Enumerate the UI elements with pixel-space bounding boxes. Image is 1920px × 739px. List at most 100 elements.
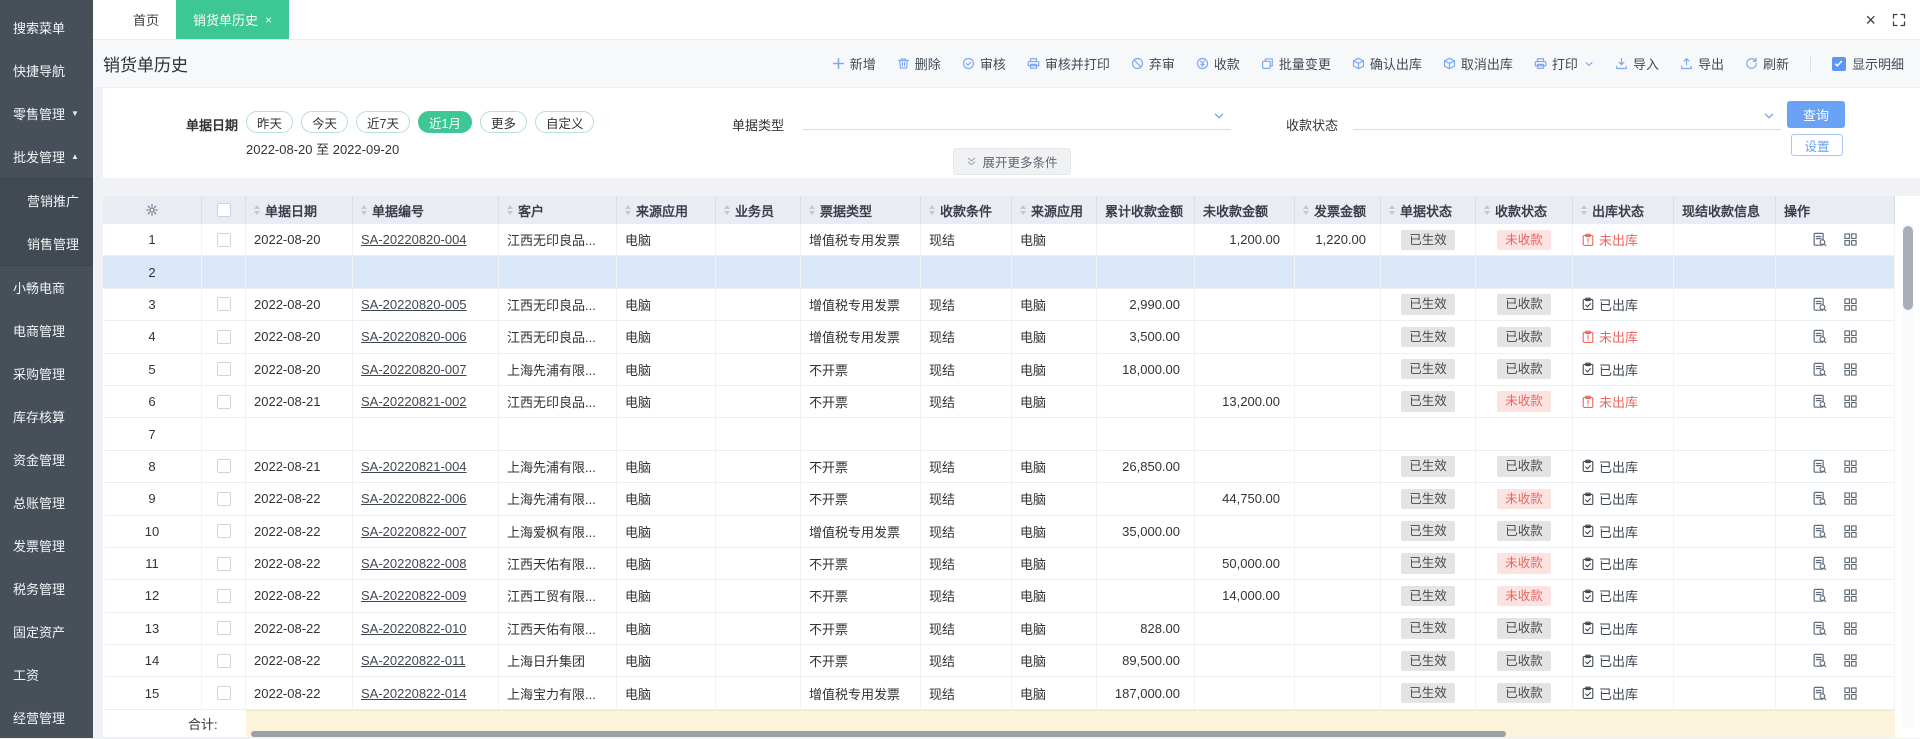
col-header-paystatus[interactable]: 收款状态 bbox=[1476, 196, 1573, 224]
sidebar-item[interactable]: 批发管理▲ bbox=[0, 135, 93, 178]
related-grid-icon[interactable] bbox=[1843, 394, 1858, 409]
sidebar-item[interactable]: 发票管理 bbox=[0, 524, 93, 567]
sidebar-item[interactable]: 电商管理 bbox=[0, 309, 93, 352]
doc-search-icon[interactable] bbox=[1812, 491, 1827, 506]
date-pill-2[interactable]: 近7天 bbox=[356, 111, 410, 133]
toolbar-refresh-button[interactable]: 刷新 bbox=[1745, 54, 1789, 73]
tab-close-icon[interactable]: × bbox=[265, 13, 272, 27]
pay-status-select[interactable] bbox=[1353, 102, 1781, 130]
doc-search-icon[interactable] bbox=[1812, 653, 1827, 668]
doc-number-link[interactable]: SA-20220822-011 bbox=[361, 653, 466, 668]
sidebar-item[interactable]: 零售管理▼ bbox=[0, 92, 93, 135]
doc-search-icon[interactable] bbox=[1812, 588, 1827, 603]
sidebar-item[interactable]: 经营管理 bbox=[0, 696, 93, 739]
doc-number-link[interactable]: SA-20220821-002 bbox=[361, 394, 467, 409]
related-grid-icon[interactable] bbox=[1843, 491, 1858, 506]
col-header-source[interactable]: 来源应用 bbox=[617, 196, 716, 224]
sort-icon[interactable] bbox=[724, 205, 730, 215]
col-header-source2[interactable]: 来源应用 bbox=[1012, 196, 1097, 224]
search-button[interactable]: 查询 bbox=[1787, 101, 1845, 128]
table-row[interactable]: 42022-08-20SA-20220820-006江西无印良品...电脑增值税… bbox=[103, 321, 1895, 353]
toolbar-audit-button[interactable]: 审核 bbox=[962, 54, 1006, 73]
related-grid-icon[interactable] bbox=[1843, 588, 1858, 603]
col-header-paycond[interactable]: 收款条件 bbox=[921, 196, 1012, 224]
sort-icon[interactable] bbox=[361, 205, 367, 215]
row-checkbox[interactable] bbox=[217, 233, 231, 247]
sidebar-item[interactable]: 税务管理 bbox=[0, 567, 93, 610]
date-range-value[interactable]: 2022-08-20 至 2022-09-20 bbox=[246, 139, 399, 158]
table-row[interactable]: 7 bbox=[103, 418, 1895, 450]
toolbar-abandon-audit-button[interactable]: 弃审 bbox=[1131, 54, 1175, 73]
row-checkbox[interactable] bbox=[217, 621, 231, 635]
sort-icon[interactable] bbox=[254, 205, 260, 215]
sidebar-item[interactable]: 工资 bbox=[0, 653, 93, 696]
sort-icon[interactable] bbox=[1389, 205, 1395, 215]
related-grid-icon[interactable] bbox=[1843, 524, 1858, 539]
settings-button[interactable]: 设置 bbox=[1791, 134, 1843, 156]
row-checkbox[interactable] bbox=[217, 362, 231, 376]
related-grid-icon[interactable] bbox=[1843, 621, 1858, 636]
tab-sales-history[interactable]: 销货单历史 × bbox=[176, 0, 289, 39]
related-grid-icon[interactable] bbox=[1843, 329, 1858, 344]
table-row[interactable]: 122022-08-22SA-20220822-009江西工贸有限...电脑不开… bbox=[103, 580, 1895, 612]
doc-number-link[interactable]: SA-20220822-009 bbox=[361, 588, 467, 603]
horizontal-scrollbar-thumb[interactable] bbox=[251, 731, 1506, 737]
doc-search-icon[interactable] bbox=[1812, 621, 1827, 636]
table-row[interactable]: 62022-08-21SA-20220821-002江西无印良品...电脑不开票… bbox=[103, 386, 1895, 418]
col-header-date[interactable]: 单据日期 bbox=[246, 196, 353, 224]
row-checkbox[interactable] bbox=[217, 297, 231, 311]
row-checkbox[interactable] bbox=[217, 524, 231, 538]
related-grid-icon[interactable] bbox=[1843, 556, 1858, 571]
table-row[interactable]: 82022-08-21SA-20220821-004上海先浦有限...电脑不开票… bbox=[103, 451, 1895, 483]
doc-number-link[interactable]: SA-20220822-010 bbox=[361, 621, 467, 636]
doc-number-link[interactable]: SA-20220820-005 bbox=[361, 297, 467, 312]
sort-icon[interactable] bbox=[1484, 205, 1490, 215]
tab-home[interactable]: 首页 bbox=[116, 0, 176, 39]
related-grid-icon[interactable] bbox=[1843, 297, 1858, 312]
table-row[interactable]: 112022-08-22SA-20220822-008江西天佑有限...电脑不开… bbox=[103, 548, 1895, 580]
related-grid-icon[interactable] bbox=[1843, 653, 1858, 668]
doc-search-icon[interactable] bbox=[1812, 232, 1827, 247]
sort-icon[interactable] bbox=[1020, 205, 1026, 215]
row-checkbox[interactable] bbox=[217, 459, 231, 473]
col-header-customer[interactable]: 客户 bbox=[499, 196, 617, 224]
sidebar-item[interactable]: 固定资产 bbox=[0, 610, 93, 653]
doc-number-link[interactable]: SA-20220820-006 bbox=[361, 329, 467, 344]
doc-number-link[interactable]: SA-20220820-004 bbox=[361, 232, 467, 247]
col-header-invoice[interactable]: 发票金额 bbox=[1295, 196, 1381, 224]
doc-search-icon[interactable] bbox=[1812, 297, 1827, 312]
table-row[interactable]: 12022-08-20SA-20220820-004江西无印良品...电脑增值税… bbox=[103, 224, 1895, 256]
doc-type-select[interactable] bbox=[803, 102, 1231, 130]
date-pill-4[interactable]: 更多 bbox=[480, 111, 527, 133]
doc-search-icon[interactable] bbox=[1812, 329, 1827, 344]
col-header-ticket[interactable]: 票据类型 bbox=[801, 196, 921, 224]
date-pill-0[interactable]: 昨天 bbox=[246, 111, 293, 133]
sort-icon[interactable] bbox=[929, 205, 935, 215]
toolbar-delete-button[interactable]: 删除 bbox=[897, 54, 941, 73]
sidebar-item[interactable]: 营销推广 bbox=[0, 179, 93, 222]
expand-more-conditions[interactable]: 展开更多条件 bbox=[952, 148, 1070, 175]
doc-search-icon[interactable] bbox=[1812, 524, 1827, 539]
doc-number-link[interactable]: SA-20220821-004 bbox=[361, 459, 467, 474]
doc-number-link[interactable]: SA-20220820-007 bbox=[361, 362, 467, 377]
row-checkbox[interactable] bbox=[217, 557, 231, 571]
date-pill-3[interactable]: 近1月 bbox=[418, 111, 472, 133]
col-header-docstatus[interactable]: 单据状态 bbox=[1381, 196, 1476, 224]
table-row[interactable]: 152022-08-22SA-20220822-014上海宝力有限...电脑增值… bbox=[103, 677, 1895, 709]
show-detail-toggle[interactable]: 显示明细 bbox=[1832, 54, 1904, 73]
related-grid-icon[interactable] bbox=[1843, 232, 1858, 247]
toolbar-collect-button[interactable]: 收款 bbox=[1196, 54, 1240, 73]
row-checkbox[interactable] bbox=[217, 686, 231, 700]
sidebar-item[interactable]: 小畅电商 bbox=[0, 266, 93, 309]
sort-icon[interactable] bbox=[809, 205, 815, 215]
row-checkbox[interactable] bbox=[217, 654, 231, 668]
toolbar-cancel-outbound-button[interactable]: 取消出库 bbox=[1443, 54, 1513, 73]
close-icon[interactable]: × bbox=[1865, 11, 1876, 29]
sidebar-item[interactable]: 销售管理 bbox=[0, 222, 93, 265]
table-row[interactable]: 32022-08-20SA-20220820-005江西无印良品...电脑增值税… bbox=[103, 289, 1895, 321]
table-row[interactable]: 102022-08-22SA-20220822-007上海爱枫有限...电脑增值… bbox=[103, 516, 1895, 548]
table-row[interactable]: 2 bbox=[103, 256, 1895, 288]
sidebar-item[interactable]: 资金管理 bbox=[0, 438, 93, 481]
table-row[interactable]: 92022-08-22SA-20220822-006上海先浦有限...电脑不开票… bbox=[103, 483, 1895, 515]
doc-search-icon[interactable] bbox=[1812, 459, 1827, 474]
